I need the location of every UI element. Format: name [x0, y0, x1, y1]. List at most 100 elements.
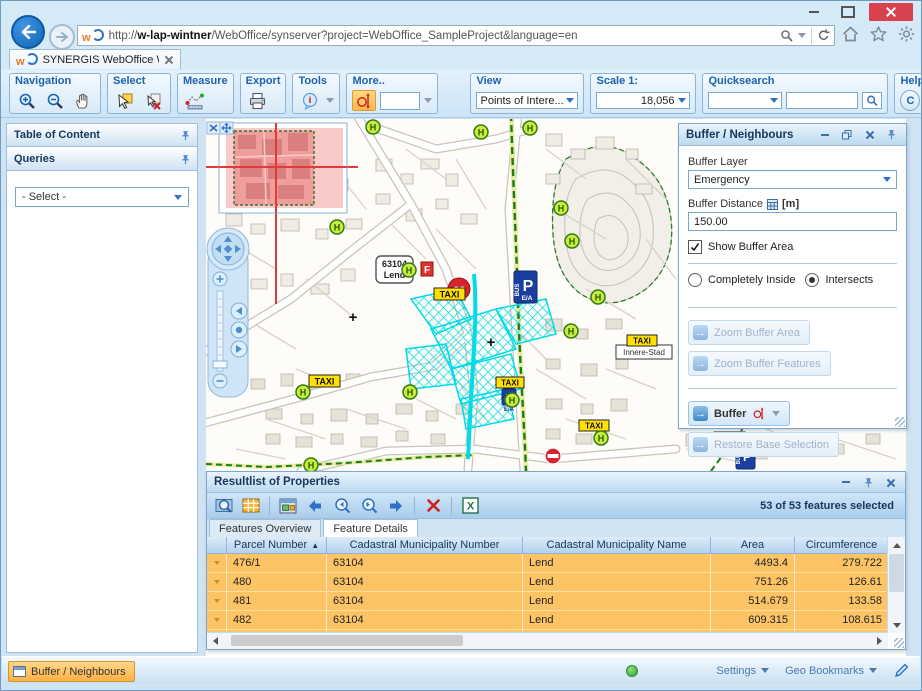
panel-minimize-button[interactable]	[838, 475, 854, 489]
horizontal-scrollbar[interactable]	[207, 632, 888, 649]
row-expander[interactable]	[207, 554, 227, 572]
buffer-layer-dropdown[interactable]: Emergency	[688, 170, 897, 189]
column-header-area[interactable]: Area	[711, 537, 795, 553]
zoom-buffer-area-button[interactable]: → Zoom Buffer Area	[688, 320, 810, 345]
pin-icon[interactable]	[181, 154, 190, 165]
zoom-previous-button[interactable]	[330, 495, 354, 516]
buffer-distance-input[interactable]	[688, 212, 897, 231]
zoom-out-slider-button[interactable]	[213, 374, 227, 388]
settings-menu[interactable]: Settings	[716, 665, 769, 677]
overview-close-icon[interactable]	[207, 122, 220, 134]
geo-bookmarks-menu[interactable]: Geo Bookmarks	[785, 665, 877, 677]
sidebar-item-queries[interactable]: Queries	[7, 147, 197, 171]
home-icon[interactable]	[842, 26, 859, 42]
scroll-left-button[interactable]	[207, 633, 224, 649]
favorites-star-icon[interactable]	[870, 26, 887, 42]
panel-titlebar[interactable]: Resultlist of Properties	[207, 472, 905, 493]
overview-move-icon[interactable]	[220, 122, 233, 134]
column-header-cadastral-name[interactable]: Cadastral Municipality Name	[523, 537, 711, 553]
restore-base-selection-button[interactable]: → Restore Base Selection	[688, 432, 839, 457]
panel-pin-button[interactable]	[883, 128, 899, 142]
query-select-dropdown[interactable]: - Select -	[15, 187, 189, 207]
copyright-button[interactable]: C	[900, 90, 920, 111]
back-button[interactable]	[11, 15, 45, 49]
row-expander[interactable]	[207, 592, 227, 610]
view-dropdown[interactable]: Points of Intere...	[476, 92, 578, 109]
vertical-scrollbar[interactable]	[887, 537, 905, 633]
scale-field[interactable]: 18,056	[596, 92, 690, 109]
pin-icon[interactable]	[181, 130, 190, 141]
print-button[interactable]	[246, 90, 270, 111]
quicksearch-go-button[interactable]	[862, 92, 882, 109]
info-tool-button[interactable]: i	[298, 90, 322, 111]
search-icon[interactable]	[780, 29, 793, 42]
history-forward-button[interactable]	[231, 341, 247, 357]
zoom-out-button[interactable]	[43, 90, 67, 111]
zoom-slider-thumb[interactable]	[213, 361, 227, 368]
window-close-button[interactable]	[869, 3, 913, 21]
forward-button[interactable]	[49, 24, 75, 50]
vertical-scroll-thumb[interactable]	[889, 554, 904, 592]
panel-titlebar[interactable]: Buffer / Neighbours	[679, 124, 906, 146]
intersects-label[interactable]: Intersects	[825, 274, 873, 286]
scroll-right-button[interactable]	[871, 633, 888, 649]
taskbar-buffer-neighbours-button[interactable]: Buffer / Neighbours	[8, 661, 135, 682]
history-back-button[interactable]	[231, 303, 247, 319]
checkbox-checked-icon[interactable]	[688, 240, 702, 254]
remove-selection-button[interactable]	[421, 495, 445, 516]
measure-button[interactable]	[183, 90, 207, 111]
completely-inside-label[interactable]: Completely Inside	[708, 274, 795, 286]
search-dropdown-icon[interactable]	[798, 33, 806, 38]
overview-map-inset[interactable]	[219, 123, 347, 213]
window-minimize-button[interactable]	[799, 3, 829, 21]
show-table-button[interactable]	[239, 495, 263, 516]
radio-unchecked-icon[interactable]	[688, 273, 702, 287]
window-maximize-button[interactable]	[833, 3, 863, 21]
table-row[interactable]: 481 63104 Lend 514.679 133.58	[207, 592, 888, 611]
select-features-button[interactable]	[113, 90, 137, 111]
panel-resize-grip[interactable]	[895, 417, 905, 427]
show-buffer-area-option[interactable]: Show Buffer Area	[688, 240, 897, 254]
more-tool-input[interactable]	[380, 92, 420, 110]
next-feature-button[interactable]	[384, 495, 408, 516]
panel-close-button[interactable]	[861, 128, 877, 142]
map-navigation-widget[interactable]	[207, 228, 249, 397]
panel-restore-button[interactable]	[839, 128, 855, 142]
column-header-circumference[interactable]: Circumference	[795, 537, 888, 553]
row-expander[interactable]	[207, 573, 227, 591]
panel-minimize-button[interactable]	[817, 128, 833, 142]
pan-button[interactable]	[71, 90, 95, 111]
zoom-in-button[interactable]	[15, 90, 39, 111]
panel-pin-button[interactable]	[860, 475, 876, 489]
quicksearch-input[interactable]	[786, 92, 858, 109]
address-bar[interactable]: w http://w-lap-wintner/WebOffice/synserv…	[77, 25, 835, 46]
tools-dropdown-icon[interactable]	[326, 98, 334, 103]
browser-tab[interactable]: w SYNERGIS WebOffice Web...	[9, 49, 181, 69]
history-home-button[interactable]	[231, 322, 247, 338]
tab-features-overview[interactable]: Features Overview	[209, 519, 321, 537]
more-dropdown-icon[interactable]	[424, 98, 432, 103]
column-header-parcel-number[interactable]: Parcel Number▲	[227, 537, 327, 553]
panel-close-button[interactable]	[882, 475, 898, 489]
clear-selection-button[interactable]	[141, 90, 165, 111]
table-row[interactable]: 480 63104 Lend 751.26 126.61	[207, 573, 888, 592]
refresh-icon[interactable]	[817, 29, 830, 42]
buffer-tool-button[interactable]	[352, 90, 376, 111]
zoom-to-selection-button[interactable]	[212, 495, 236, 516]
scroll-down-button[interactable]	[888, 617, 905, 633]
horizontal-scroll-thumb[interactable]	[231, 635, 463, 646]
tab-close-icon[interactable]	[164, 55, 174, 65]
table-row[interactable]: 482 63104 Lend 609.315 108.615	[207, 611, 888, 630]
buffer-button[interactable]: → Buffer	[688, 401, 790, 426]
table-row[interactable]: 476/1 63104 Lend 4493.4 279.722	[207, 554, 888, 573]
compass-pan-control[interactable]	[212, 233, 244, 265]
zoom-in-slider-button[interactable]	[213, 272, 227, 286]
redline-pencil-icon[interactable]	[893, 662, 910, 679]
export-excel-button[interactable]: X	[458, 495, 482, 516]
column-header-cadastral-number[interactable]: Cadastral Municipality Number	[327, 537, 523, 553]
sidebar-item-table-of-content[interactable]: Table of Content	[7, 124, 197, 147]
calculator-icon[interactable]	[767, 199, 778, 210]
zoom-buffer-features-button[interactable]: → Zoom Buffer Features	[688, 351, 831, 376]
previous-feature-button[interactable]	[303, 495, 327, 516]
chevron-down-icon[interactable]	[772, 411, 780, 416]
